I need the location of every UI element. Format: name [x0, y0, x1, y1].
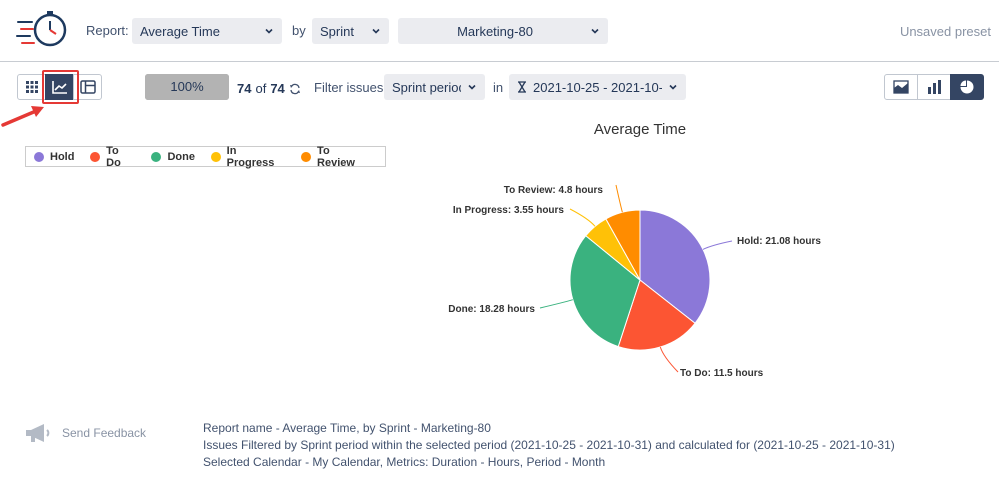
report-select-value: Average Time [140, 23, 220, 39]
legend-dot [210, 151, 221, 162]
pie-chart-button[interactable] [950, 74, 984, 100]
header-divider [0, 61, 999, 62]
report-select[interactable]: Average Time [132, 18, 282, 44]
legend-item-to-review[interactable]: To Review [301, 145, 369, 169]
legend-dot [301, 151, 312, 162]
sprint-select[interactable]: Marketing-80 [398, 18, 608, 44]
count-total: 74 [270, 81, 285, 96]
megaphone-icon [26, 424, 50, 442]
calendar-info-line: Selected Calendar - My Calendar, Metrics… [203, 455, 606, 469]
report-name-line: Report name - Average Time, by Sprint - … [203, 421, 491, 435]
count-shown: 74 [237, 81, 252, 96]
area-chart-button[interactable] [884, 74, 918, 100]
connector-to-review [615, 184, 623, 213]
report-label: Report: [86, 23, 129, 38]
chevron-down-icon [591, 28, 599, 34]
in-label: in [493, 80, 504, 95]
filter-select[interactable]: Sprint period [384, 74, 485, 100]
legend-item-done[interactable]: Done [151, 151, 195, 163]
hourglass-icon [518, 81, 526, 93]
layout-icon [79, 80, 96, 94]
legend-dot [151, 151, 162, 162]
chevron-down-icon [669, 84, 677, 90]
send-feedback-label: Send Feedback [62, 426, 147, 440]
pie-chart: Hold: 21.08 hours To Do: 11.5 hours Done: … [448, 184, 821, 379]
bar-chart-button[interactable] [917, 74, 951, 100]
chart-legend: Hold To Do Done In Progress To Review [25, 144, 386, 169]
sprint-select-value: Marketing-80 [457, 23, 533, 39]
legend-label: To Review [317, 144, 355, 169]
chevron-down-icon [265, 28, 273, 34]
grid-icon [25, 81, 38, 93]
legend-label: Done [167, 150, 195, 163]
preset-link[interactable]: Unsaved preset [900, 24, 991, 39]
by-select[interactable]: Sprint [312, 18, 389, 44]
filter-select-value: Sprint period [392, 79, 461, 95]
chart-type-switch [884, 74, 984, 100]
annotation-arrow-icon [1, 106, 44, 127]
connector-hold [702, 240, 733, 250]
issue-count: 74 of 74 [237, 81, 301, 96]
progress-bar: 100% [145, 74, 229, 100]
connector-to-do [659, 346, 679, 373]
area-chart-icon [893, 80, 909, 94]
chevron-down-icon [372, 28, 380, 34]
legend-item-to-do[interactable]: To Do [90, 145, 135, 169]
count-of: of [255, 81, 267, 96]
data-label-to-do: To Do: 11.5 hours [680, 368, 764, 379]
chevron-down-icon [468, 84, 476, 90]
by-select-value: Sprint [320, 23, 354, 39]
filter-label: Filter issues: [314, 80, 387, 95]
pie-chart-icon [960, 80, 974, 94]
data-label-done: Done: 18.28 hours [448, 304, 535, 315]
legend-item-hold[interactable]: Hold [34, 151, 74, 163]
legend-item-in-progress[interactable]: In Progress [210, 144, 285, 169]
filter-info-line: Issues Filtered by Sprint period within … [203, 438, 895, 452]
app-logo-stopwatch-icon [16, 11, 67, 47]
legend-label: To Do [106, 144, 121, 169]
connector-in-progress [569, 208, 596, 227]
refresh-icon[interactable] [289, 83, 301, 95]
bar-chart-icon [928, 80, 941, 94]
legend-label: Hold [50, 150, 75, 163]
progress-text: 100% [170, 79, 204, 94]
date-range-select[interactable]: 2021-10-25 - 2021-10-31 [509, 74, 686, 100]
date-range-value: 2021-10-25 - 2021-10-31 [533, 79, 662, 95]
report-info: Report name - Average Time, by Sprint - … [203, 420, 895, 471]
connector-done [539, 299, 573, 309]
data-label-hold: Hold: 21.08 hours [737, 236, 821, 247]
by-label: by [292, 23, 306, 38]
legend-dot [34, 151, 44, 162]
legend-dot [90, 151, 101, 162]
send-feedback-link[interactable]: Send Feedback [25, 423, 146, 443]
legend-label: In Progress [226, 144, 275, 169]
chart-title: Average Time [593, 121, 687, 138]
data-label-to-review: To Review: 4.8 hours [504, 185, 604, 196]
data-label-in-progress: In Progress: 3.55 hours [453, 205, 565, 216]
